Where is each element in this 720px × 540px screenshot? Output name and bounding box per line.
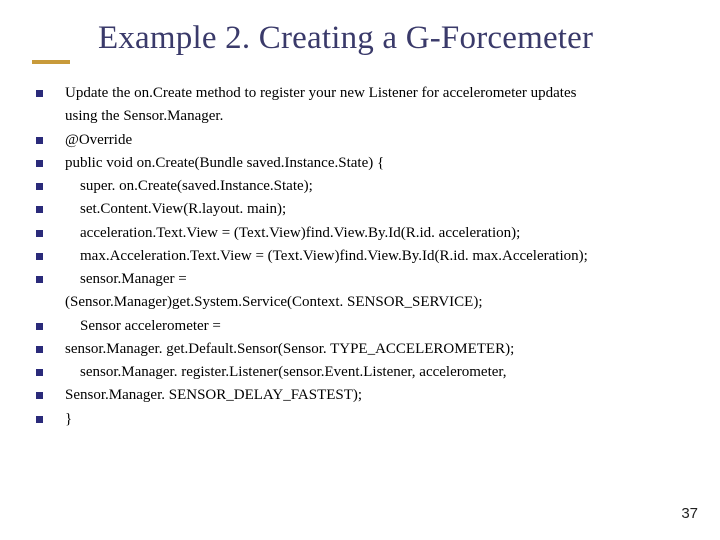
bullet-icon [36, 90, 43, 97]
list-item: super. on.Create(saved.Instance.State); [36, 175, 690, 198]
body-text: Sensor accelerometer = [65, 315, 690, 338]
page-number: 37 [681, 505, 698, 522]
list-item: public void on.Create(Bundle saved.Insta… [36, 152, 690, 175]
body-text: sensor.Manager. get.Default.Sensor(Senso… [65, 338, 690, 361]
body-text: Update the on.Create method to register … [65, 82, 690, 105]
body-text: sensor.Manager = [65, 268, 690, 291]
list-item: Sensor accelerometer = [36, 315, 690, 338]
list-item: (Sensor.Manager)get.System.Service(Conte… [65, 291, 690, 314]
body-text: Sensor.Manager. SENSOR_DELAY_FASTEST); [65, 384, 690, 407]
body-text: public void on.Create(Bundle saved.Insta… [65, 152, 690, 175]
bullet-icon [36, 346, 43, 353]
list-item: Update the on.Create method to register … [36, 82, 690, 105]
body-text: max.Acceleration.Text.View = (Text.View)… [65, 245, 690, 268]
body-text: set.Content.View(R.layout. main); [65, 198, 690, 221]
list-item: sensor.Manager = [36, 268, 690, 291]
slide-body: Update the on.Create method to register … [36, 82, 690, 431]
list-item: Sensor.Manager. SENSOR_DELAY_FASTEST); [36, 384, 690, 407]
body-text: sensor.Manager. register.Listener(sensor… [65, 361, 690, 384]
bullet-icon [36, 183, 43, 190]
list-item: @Override [36, 129, 690, 152]
accent-bar [32, 60, 70, 64]
bullet-icon [36, 137, 43, 144]
body-text: } [65, 408, 690, 431]
list-item: sensor.Manager. register.Listener(sensor… [36, 361, 690, 384]
list-item: using the Sensor.Manager. [65, 105, 690, 128]
bullet-icon [36, 416, 43, 423]
bullet-icon [36, 230, 43, 237]
slide-title: Example 2. Creating a G-Forcemeter [98, 20, 593, 57]
list-item: } [36, 408, 690, 431]
bullet-icon [36, 276, 43, 283]
body-text: using the Sensor.Manager. [65, 105, 690, 128]
list-item: max.Acceleration.Text.View = (Text.View)… [36, 245, 690, 268]
body-text: super. on.Create(saved.Instance.State); [65, 175, 690, 198]
bullet-icon [36, 392, 43, 399]
list-item: set.Content.View(R.layout. main); [36, 198, 690, 221]
body-text: acceleration.Text.View = (Text.View)find… [65, 222, 690, 245]
body-text: (Sensor.Manager)get.System.Service(Conte… [65, 291, 690, 314]
bullet-icon [36, 160, 43, 167]
bullet-icon [36, 253, 43, 260]
bullet-icon [36, 206, 43, 213]
slide: Example 2. Creating a G-Forcemeter Updat… [0, 0, 720, 540]
bullet-icon [36, 369, 43, 376]
bullet-icon [36, 323, 43, 330]
list-item: acceleration.Text.View = (Text.View)find… [36, 222, 690, 245]
list-item: sensor.Manager. get.Default.Sensor(Senso… [36, 338, 690, 361]
body-text: @Override [65, 129, 690, 152]
